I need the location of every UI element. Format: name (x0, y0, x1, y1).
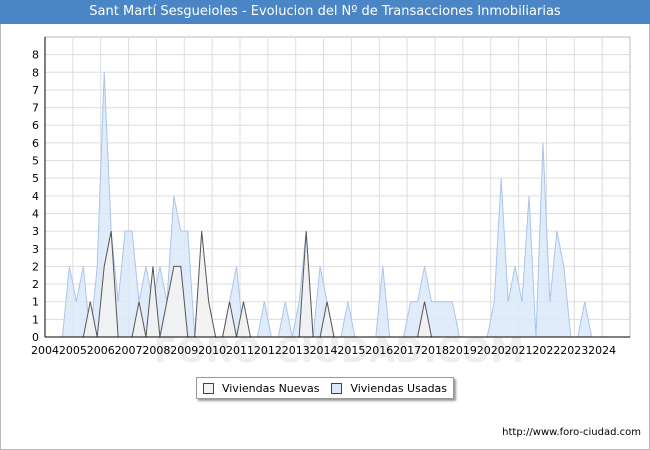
x-tick-label: 2011 (226, 344, 254, 357)
x-tick-label: 2014 (310, 344, 338, 357)
x-tick-label: 2020 (477, 344, 505, 357)
x-tick-label: 2006 (87, 344, 115, 357)
y-tick-label: 1 (32, 296, 39, 309)
legend-label-usadas: Viviendas Usadas (350, 381, 448, 395)
x-tick-label: 2013 (282, 344, 310, 357)
legend-swatch-nuevas (202, 382, 214, 394)
legend: Viviendas Nuevas Viviendas Usadas (196, 377, 454, 399)
y-tick-label: 7 (32, 84, 39, 97)
y-tick-label: 0 (32, 331, 39, 344)
x-tick-label: 2021 (505, 344, 533, 357)
x-tick-label: 2009 (170, 344, 198, 357)
x-tick-label: 2022 (532, 344, 560, 357)
y-tick-label: 2 (32, 278, 39, 291)
legend-item-nuevas: Viviendas Nuevas (202, 381, 320, 395)
x-tick-label: 2024 (588, 344, 616, 357)
y-tick-label: 5 (32, 172, 39, 185)
source-url: http://www.foro-ciudad.com (502, 427, 641, 438)
y-tick-label: 8 (32, 66, 39, 79)
x-tick-label: 2019 (449, 344, 477, 357)
y-tick-label: 4 (32, 190, 39, 203)
y-tick-label: 7 (32, 102, 39, 115)
x-tick-label: 2005 (59, 344, 87, 357)
x-tick-label: 2012 (254, 344, 282, 357)
x-tick-label: 2004 (31, 344, 59, 357)
x-tick-label: 2016 (365, 344, 393, 357)
y-tick-label: 6 (32, 119, 39, 132)
x-tick-label: 2007 (115, 344, 143, 357)
y-tick-label: 1 (32, 313, 39, 326)
x-tick-label: 2015 (337, 344, 365, 357)
y-tick-label: 5 (32, 155, 39, 168)
legend-swatch-usadas (331, 382, 343, 394)
y-tick-label: 2 (32, 260, 39, 273)
legend-item-usadas: Viviendas Usadas (331, 382, 447, 395)
y-tick-label: 4 (32, 207, 39, 220)
y-tick-label: 8 (32, 49, 39, 62)
x-tick-label: 2018 (421, 344, 449, 357)
x-tick-label: 2010 (198, 344, 226, 357)
y-tick-label: 3 (32, 225, 39, 238)
x-tick-label: 2008 (142, 344, 170, 357)
y-tick-label: 3 (32, 243, 39, 256)
x-tick-label: 2017 (393, 344, 421, 357)
legend-label-nuevas: Viviendas Nuevas (221, 381, 320, 395)
x-tick-label: 2023 (560, 344, 588, 357)
y-tick-label: 6 (32, 137, 39, 150)
